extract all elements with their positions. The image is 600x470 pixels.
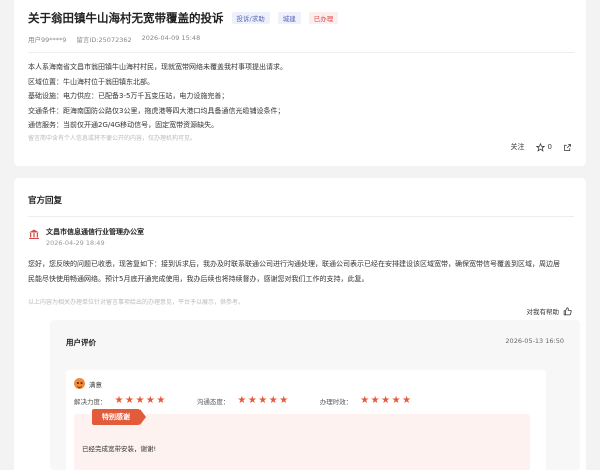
org-name: 文昌市信息通信行业管理办公室 bbox=[46, 228, 144, 236]
ratings-row: 解决力度： ★★★★★ 沟通态度： ★★★★★ 办理时效： ★★★★★ bbox=[74, 395, 538, 406]
status-badge: 已办理 bbox=[308, 12, 339, 24]
evaluator-row: 满意 bbox=[74, 378, 538, 389]
category-tag: 城建 bbox=[277, 12, 301, 24]
type-tag: 投诉/求助 bbox=[231, 12, 270, 24]
star-rating: ★★★★★ bbox=[360, 395, 412, 406]
rating-attitude: 沟通态度： ★★★★★ bbox=[197, 395, 290, 406]
org-row: 文昌市信息通信行业管理办公室 2026-04-29 18:49 bbox=[28, 227, 574, 247]
reply-line: 您好，您反映的问题已收悉，现答复如下：接到诉求后，我办及时联系联通公司进行沟通处… bbox=[28, 260, 560, 268]
government-building-icon bbox=[29, 229, 39, 239]
action-bar: 关注 0 bbox=[511, 142, 572, 152]
section-gap bbox=[0, 166, 600, 178]
body-line: 本人系海南省文昌市翁田镇牛山海村村民，现就宽带网络未覆盖我村事项提出请求。 bbox=[28, 63, 287, 71]
evaluation-date: 2026-05-13 16:50 bbox=[505, 337, 564, 345]
star-rating: ★★★★★ bbox=[115, 395, 167, 406]
reply-note: 以上内容为相关办理单位针对留言事项给出的办理意见，平台予以展示，供参考。 bbox=[28, 299, 245, 306]
rating-label: 解决力度： bbox=[74, 397, 107, 406]
body-line: 区域位置：牛山海村位于翁田镇东北部。 bbox=[28, 77, 154, 86]
user-id: 用户99****9 bbox=[28, 36, 67, 44]
case-number: 留言ID:25072362 bbox=[76, 36, 132, 44]
reply-card: 官方回复 文昌市信息通信行业管理办公室 2026-04-29 18:49 您好，… bbox=[14, 178, 586, 470]
star-icon: ★ bbox=[381, 395, 392, 406]
satisfaction-label: 满意 bbox=[89, 380, 102, 389]
star-icon: ★ bbox=[156, 395, 167, 406]
like-count: 0 bbox=[547, 143, 552, 151]
body-line: 基础设施：电力供应：已配备3-5万千瓦变压站，电力设施完善； bbox=[28, 92, 229, 100]
evaluation-title: 用户评价 bbox=[66, 338, 96, 347]
thanks-box: 特别感谢 已经完成宽带安装，谢谢! bbox=[74, 409, 530, 470]
body-line: 通信服务：当前仅开通2G/4G移动信号，固定宽带资源缺失。 bbox=[28, 121, 219, 129]
star-rating: ★★★★★ bbox=[237, 395, 289, 406]
complaint-body: 本人系海南省文昌市翁田镇牛山海村村民，现就宽带网络未覆盖我村事项提出请求。 区域… bbox=[28, 60, 574, 133]
star-icon: ★ bbox=[279, 395, 290, 406]
like-button[interactable]: 0 bbox=[535, 142, 552, 152]
star-icon: ★ bbox=[402, 395, 413, 406]
star-icon: ★ bbox=[145, 395, 157, 406]
evaluation-card: 满意 解决力度： ★★★★★ 沟通态度： ★★★★★ 办理时效： ★★★★★ 特… bbox=[66, 370, 546, 470]
reply-time: 2026-04-29 18:49 bbox=[46, 239, 105, 247]
thumbs-up-icon bbox=[563, 306, 572, 315]
divider bbox=[28, 216, 574, 217]
helpful-label: 对我有帮助 bbox=[526, 308, 560, 316]
meta-row: 用户99****9 留言ID:25072362 2026-04-09 15:48 bbox=[28, 34, 574, 44]
star-icon: ★ bbox=[268, 395, 280, 406]
rating-resolution: 解决力度： ★★★★★ bbox=[74, 395, 167, 406]
star-icon: ★ bbox=[135, 395, 146, 406]
rating-timeliness: 办理时效： ★★★★★ bbox=[320, 395, 413, 406]
reply-body: 您好，您反映的问题已收悉，现答复如下：接到诉求后，我办及时联系联通公司进行沟通处… bbox=[28, 257, 574, 287]
evaluation-comment: 已经完成宽带安装，谢谢! bbox=[82, 445, 157, 453]
divider bbox=[28, 52, 574, 53]
privacy-note: 留言简中含有个人信息或将不便公开的内容，仅办理机构可见。 bbox=[28, 134, 197, 142]
follow-button[interactable]: 关注 bbox=[511, 142, 525, 152]
post-time: 2026-04-09 15:48 bbox=[141, 34, 201, 42]
reply-section-title: 官方回复 bbox=[28, 196, 63, 206]
body-line: 交通条件：距海南国防公路仅3公里，拖虎港等四大港口均具备通信光缆铺设条件； bbox=[28, 106, 285, 115]
evaluation-panel: 用户评价 2026-05-13 16:50 满意 解决力度： ★★★★★ 沟通态… bbox=[50, 320, 580, 470]
star-icon: ★ bbox=[247, 395, 259, 406]
rating-label: 办理时效： bbox=[319, 397, 353, 406]
special-thanks-badge: 特别感谢 bbox=[92, 409, 146, 425]
complaint-card: 关于翁田镇牛山海村无宽带覆盖的投诉 投诉/求助 城建 已办理 用户99****9… bbox=[14, 0, 586, 166]
smile-emoji-icon bbox=[74, 378, 85, 389]
rating-label: 沟通态度： bbox=[196, 397, 230, 406]
star-icon: ★ bbox=[370, 395, 382, 406]
helpful-button[interactable]: 对我有帮助 bbox=[527, 306, 573, 316]
share-icon[interactable] bbox=[563, 143, 572, 152]
star-icon: ★ bbox=[114, 395, 125, 406]
star-outline-icon bbox=[535, 142, 545, 152]
star-icon: ★ bbox=[360, 395, 371, 406]
page-title: 关于翁田镇牛山海村无宽带覆盖的投诉 bbox=[28, 11, 224, 25]
star-icon: ★ bbox=[237, 395, 248, 406]
reply-line: 民能尽快使用畅通网络。预计5月底开通完成使用，我办后续也将持续督办，感谢您对我们… bbox=[28, 275, 369, 283]
star-icon: ★ bbox=[124, 395, 136, 406]
evaluation-header: 用户评价 2026-05-13 16:50 bbox=[50, 320, 580, 348]
title-row: 关于翁田镇牛山海村无宽带覆盖的投诉 投诉/求助 城建 已办理 bbox=[28, 8, 574, 28]
star-icon: ★ bbox=[258, 395, 269, 406]
star-icon: ★ bbox=[391, 395, 403, 406]
